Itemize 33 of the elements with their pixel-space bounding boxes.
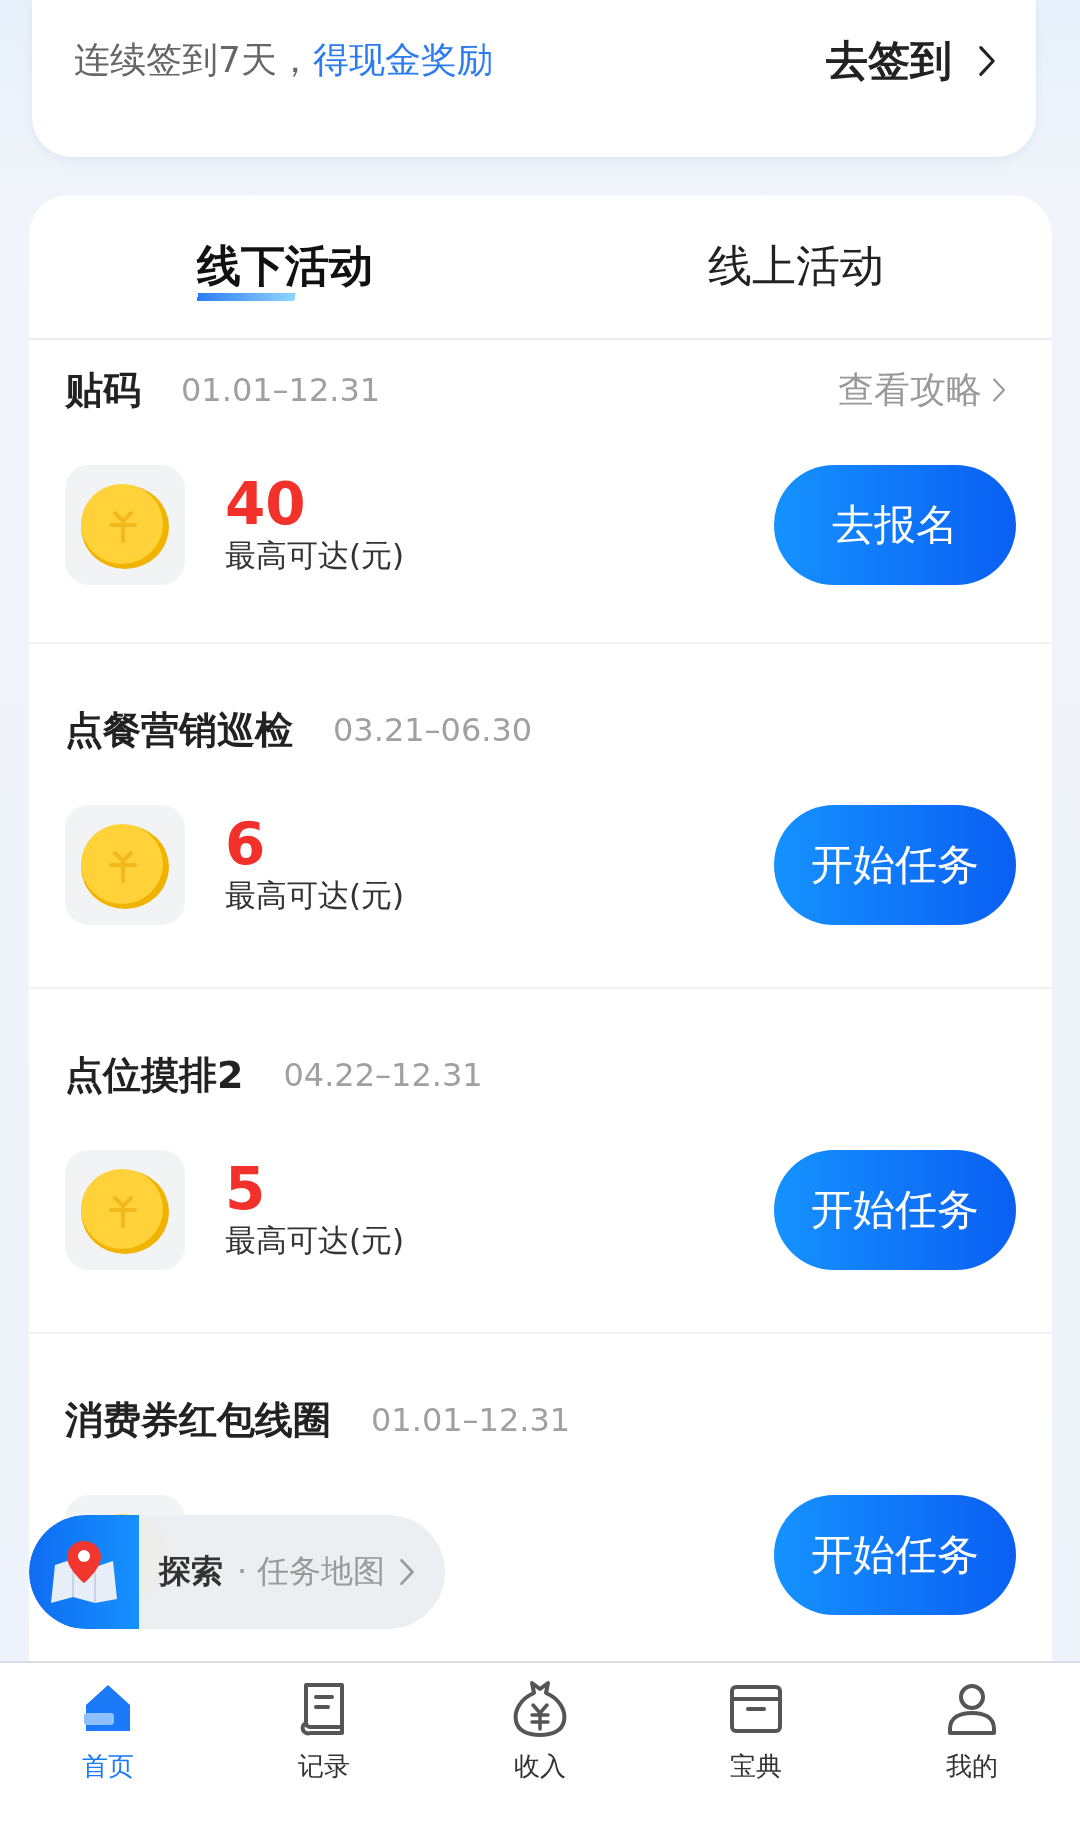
activity-title: 点餐营销巡检 [65,706,293,754]
nav-tab[interactable]: 收入 [432,1663,648,1829]
task-button[interactable]: 去报名 [774,465,1016,585]
coin-icon [65,805,185,925]
reward-label: 最高可达(元) [225,1221,405,1260]
activity-dates: 01.01–12.31 [371,1401,571,1439]
chevron-right-icon [399,1558,416,1586]
activity-title: 贴码 [65,366,141,414]
chevron-right-icon [992,377,1006,403]
coin-icon [65,1150,185,1270]
task-button[interactable]: 开始任务 [774,805,1016,925]
tab[interactable]: 线上活动 [540,195,1052,338]
activity-dates: 01.01–12.31 [181,371,381,409]
task-map-button[interactable]: 探索 · 任务地图 [29,1515,446,1629]
signin-button[interactable]: 去签到 [826,32,996,89]
activity-title: 消费券红包线圈 [65,1396,331,1444]
coin-icon [65,465,185,585]
activity-dates: 04.22–12.31 [283,1056,483,1094]
nav-tab[interactable]: 宝典 [648,1663,864,1829]
nav-tab[interactable]: 记录 [216,1663,432,1829]
activity-dates: 03.21–06.30 [333,711,533,749]
task-button[interactable]: 开始任务 [774,1495,1016,1615]
signin-text: 连续签到7天，得现金奖励 [74,38,493,82]
reward-amount: 6 [225,813,267,875]
activity-title: 点位摸排2 [65,1051,244,1099]
reward-amount: 40 [225,473,307,535]
nav-tab[interactable]: 我的 [864,1663,1080,1829]
task-button[interactable]: 开始任务 [774,1150,1016,1270]
reward-amount: 5 [225,1158,267,1220]
chevron-right-icon [978,44,996,77]
nav-tab[interactable]: 首页 [0,1663,216,1829]
reward-label: 最高可达(元) [225,536,405,575]
reward-label: 最高可达(元) [225,876,405,915]
